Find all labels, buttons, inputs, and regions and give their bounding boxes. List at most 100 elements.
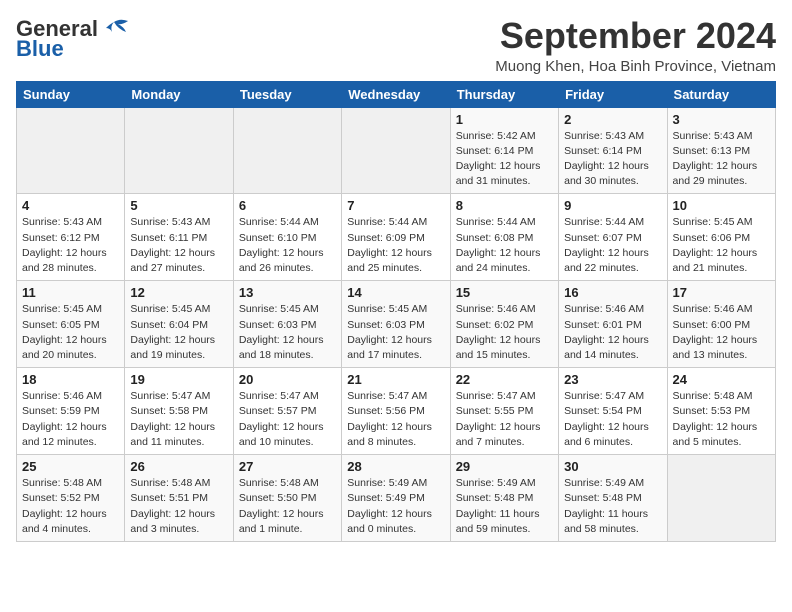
day-number: 2 xyxy=(564,112,661,127)
table-row: 9 Sunrise: 5:44 AMSunset: 6:07 PMDayligh… xyxy=(559,194,667,281)
day-number: 1 xyxy=(456,112,553,127)
table-row: 4 Sunrise: 5:43 AMSunset: 6:12 PMDayligh… xyxy=(17,194,125,281)
day-number: 16 xyxy=(564,285,661,300)
table-row: 25 Sunrise: 5:48 AMSunset: 5:52 PMDaylig… xyxy=(17,455,125,542)
table-row: 15 Sunrise: 5:46 AMSunset: 6:02 PMDaylig… xyxy=(450,281,558,368)
table-row: 22 Sunrise: 5:47 AMSunset: 5:55 PMDaylig… xyxy=(450,368,558,455)
table-row: 5 Sunrise: 5:43 AMSunset: 6:11 PMDayligh… xyxy=(125,194,233,281)
day-number: 7 xyxy=(347,198,444,213)
day-info: Sunrise: 5:43 AMSunset: 6:12 PMDaylight:… xyxy=(22,215,119,276)
table-row: 24 Sunrise: 5:48 AMSunset: 5:53 PMDaylig… xyxy=(667,368,775,455)
day-info: Sunrise: 5:44 AMSunset: 6:07 PMDaylight:… xyxy=(564,215,661,276)
day-info: Sunrise: 5:47 AMSunset: 5:58 PMDaylight:… xyxy=(130,389,227,450)
col-thursday: Thursday xyxy=(450,81,558,107)
day-info: Sunrise: 5:47 AMSunset: 5:54 PMDaylight:… xyxy=(564,389,661,450)
calendar-week-row: 18 Sunrise: 5:46 AMSunset: 5:59 PMDaylig… xyxy=(17,368,776,455)
day-info: Sunrise: 5:44 AMSunset: 6:10 PMDaylight:… xyxy=(239,215,336,276)
table-row: 29 Sunrise: 5:49 AMSunset: 5:48 PMDaylig… xyxy=(450,455,558,542)
table-row: 28 Sunrise: 5:49 AMSunset: 5:49 PMDaylig… xyxy=(342,455,450,542)
table-row xyxy=(233,107,341,194)
logo-bird-icon xyxy=(100,18,130,40)
calendar-header-row: Sunday Monday Tuesday Wednesday Thursday… xyxy=(17,81,776,107)
table-row: 19 Sunrise: 5:47 AMSunset: 5:58 PMDaylig… xyxy=(125,368,233,455)
table-row: 6 Sunrise: 5:44 AMSunset: 6:10 PMDayligh… xyxy=(233,194,341,281)
table-row xyxy=(17,107,125,194)
day-info: Sunrise: 5:45 AMSunset: 6:04 PMDaylight:… xyxy=(130,302,227,363)
table-row: 11 Sunrise: 5:45 AMSunset: 6:05 PMDaylig… xyxy=(17,281,125,368)
table-row: 10 Sunrise: 5:45 AMSunset: 6:06 PMDaylig… xyxy=(667,194,775,281)
day-info: Sunrise: 5:46 AMSunset: 5:59 PMDaylight:… xyxy=(22,389,119,450)
day-number: 29 xyxy=(456,459,553,474)
day-info: Sunrise: 5:45 AMSunset: 6:03 PMDaylight:… xyxy=(347,302,444,363)
day-number: 26 xyxy=(130,459,227,474)
title-block: September 2024 Muong Khen, Hoa Binh Prov… xyxy=(495,16,776,75)
col-saturday: Saturday xyxy=(667,81,775,107)
day-number: 19 xyxy=(130,372,227,387)
table-row: 16 Sunrise: 5:46 AMSunset: 6:01 PMDaylig… xyxy=(559,281,667,368)
table-row: 26 Sunrise: 5:48 AMSunset: 5:51 PMDaylig… xyxy=(125,455,233,542)
table-row: 8 Sunrise: 5:44 AMSunset: 6:08 PMDayligh… xyxy=(450,194,558,281)
day-info: Sunrise: 5:47 AMSunset: 5:55 PMDaylight:… xyxy=(456,389,553,450)
day-number: 13 xyxy=(239,285,336,300)
month-title: September 2024 xyxy=(495,16,776,56)
day-number: 25 xyxy=(22,459,119,474)
table-row: 3 Sunrise: 5:43 AMSunset: 6:13 PMDayligh… xyxy=(667,107,775,194)
day-number: 23 xyxy=(564,372,661,387)
day-number: 11 xyxy=(22,285,119,300)
table-row: 14 Sunrise: 5:45 AMSunset: 6:03 PMDaylig… xyxy=(342,281,450,368)
day-info: Sunrise: 5:48 AMSunset: 5:52 PMDaylight:… xyxy=(22,476,119,537)
day-info: Sunrise: 5:48 AMSunset: 5:50 PMDaylight:… xyxy=(239,476,336,537)
day-info: Sunrise: 5:45 AMSunset: 6:03 PMDaylight:… xyxy=(239,302,336,363)
day-number: 15 xyxy=(456,285,553,300)
table-row: 12 Sunrise: 5:45 AMSunset: 6:04 PMDaylig… xyxy=(125,281,233,368)
day-number: 5 xyxy=(130,198,227,213)
location-subtitle: Muong Khen, Hoa Binh Province, Vietnam xyxy=(495,58,776,75)
day-info: Sunrise: 5:48 AMSunset: 5:51 PMDaylight:… xyxy=(130,476,227,537)
day-info: Sunrise: 5:46 AMSunset: 6:00 PMDaylight:… xyxy=(673,302,770,363)
table-row: 20 Sunrise: 5:47 AMSunset: 5:57 PMDaylig… xyxy=(233,368,341,455)
day-number: 17 xyxy=(673,285,770,300)
day-info: Sunrise: 5:45 AMSunset: 6:06 PMDaylight:… xyxy=(673,215,770,276)
day-number: 30 xyxy=(564,459,661,474)
table-row xyxy=(342,107,450,194)
day-info: Sunrise: 5:49 AMSunset: 5:48 PMDaylight:… xyxy=(564,476,661,537)
day-number: 9 xyxy=(564,198,661,213)
page-header: General Blue September 2024 Muong Khen, … xyxy=(16,16,776,75)
table-row: 7 Sunrise: 5:44 AMSunset: 6:09 PMDayligh… xyxy=(342,194,450,281)
table-row: 13 Sunrise: 5:45 AMSunset: 6:03 PMDaylig… xyxy=(233,281,341,368)
logo: General Blue xyxy=(16,16,130,62)
day-info: Sunrise: 5:49 AMSunset: 5:49 PMDaylight:… xyxy=(347,476,444,537)
day-info: Sunrise: 5:44 AMSunset: 6:08 PMDaylight:… xyxy=(456,215,553,276)
day-number: 27 xyxy=(239,459,336,474)
day-number: 14 xyxy=(347,285,444,300)
day-info: Sunrise: 5:46 AMSunset: 6:01 PMDaylight:… xyxy=(564,302,661,363)
day-number: 24 xyxy=(673,372,770,387)
table-row: 27 Sunrise: 5:48 AMSunset: 5:50 PMDaylig… xyxy=(233,455,341,542)
col-sunday: Sunday xyxy=(17,81,125,107)
day-number: 3 xyxy=(673,112,770,127)
day-info: Sunrise: 5:43 AMSunset: 6:11 PMDaylight:… xyxy=(130,215,227,276)
col-friday: Friday xyxy=(559,81,667,107)
day-info: Sunrise: 5:47 AMSunset: 5:56 PMDaylight:… xyxy=(347,389,444,450)
day-info: Sunrise: 5:43 AMSunset: 6:13 PMDaylight:… xyxy=(673,129,770,190)
calendar-table: Sunday Monday Tuesday Wednesday Thursday… xyxy=(16,81,776,542)
day-number: 18 xyxy=(22,372,119,387)
calendar-week-row: 11 Sunrise: 5:45 AMSunset: 6:05 PMDaylig… xyxy=(17,281,776,368)
day-info: Sunrise: 5:48 AMSunset: 5:53 PMDaylight:… xyxy=(673,389,770,450)
table-row xyxy=(667,455,775,542)
day-number: 12 xyxy=(130,285,227,300)
day-info: Sunrise: 5:44 AMSunset: 6:09 PMDaylight:… xyxy=(347,215,444,276)
table-row: 2 Sunrise: 5:43 AMSunset: 6:14 PMDayligh… xyxy=(559,107,667,194)
day-number: 28 xyxy=(347,459,444,474)
day-info: Sunrise: 5:42 AMSunset: 6:14 PMDaylight:… xyxy=(456,129,553,190)
col-tuesday: Tuesday xyxy=(233,81,341,107)
table-row: 21 Sunrise: 5:47 AMSunset: 5:56 PMDaylig… xyxy=(342,368,450,455)
calendar-week-row: 1 Sunrise: 5:42 AMSunset: 6:14 PMDayligh… xyxy=(17,107,776,194)
day-number: 21 xyxy=(347,372,444,387)
calendar-week-row: 4 Sunrise: 5:43 AMSunset: 6:12 PMDayligh… xyxy=(17,194,776,281)
day-info: Sunrise: 5:45 AMSunset: 6:05 PMDaylight:… xyxy=(22,302,119,363)
day-number: 22 xyxy=(456,372,553,387)
day-info: Sunrise: 5:49 AMSunset: 5:48 PMDaylight:… xyxy=(456,476,553,537)
table-row: 18 Sunrise: 5:46 AMSunset: 5:59 PMDaylig… xyxy=(17,368,125,455)
col-wednesday: Wednesday xyxy=(342,81,450,107)
